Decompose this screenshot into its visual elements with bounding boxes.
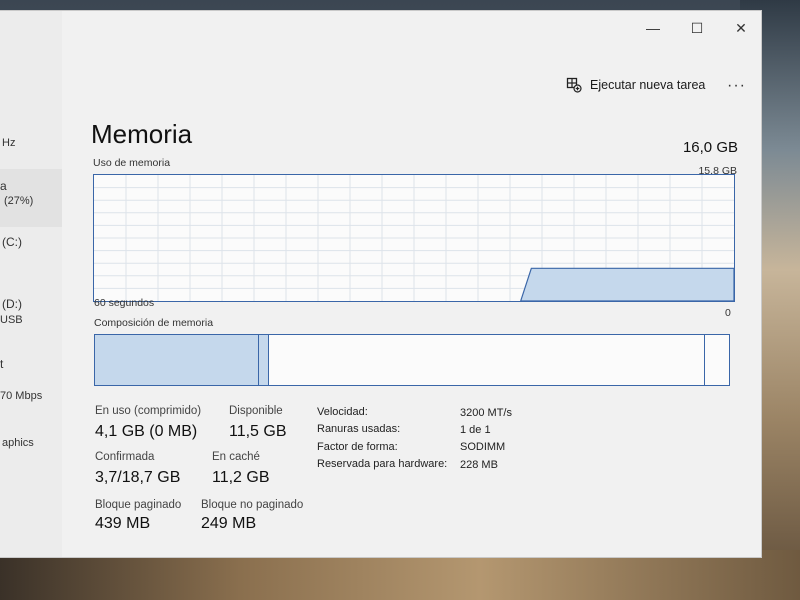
- sidebar-item-network[interactable]: t: [0, 357, 3, 371]
- sidebar-item-disk-d-type: USB: [0, 314, 23, 326]
- form-factor-label: Factor de forma:: [317, 441, 398, 453]
- total-memory: 16,0 GB: [682, 139, 738, 156]
- minimize-icon: —: [646, 20, 660, 36]
- more-options-button[interactable]: ···: [727, 77, 746, 95]
- maximize-button[interactable]: ☐: [686, 17, 708, 39]
- committed-value: 3,7/18,7 GB: [95, 469, 181, 486]
- memory-composition-bar: [94, 334, 730, 386]
- maximize-icon: ☐: [690, 19, 704, 36]
- sidebar-item-memory[interactable]: a: [0, 179, 7, 193]
- available-label: Disponible: [229, 405, 283, 417]
- sidebar: Hz a (27%) (C:) (D:) USB t 70 Mbps aphic…: [0, 11, 62, 557]
- memory-usage-graph: [93, 174, 735, 302]
- sidebar-item-disk-d[interactable]: (D:): [2, 297, 22, 311]
- in-use-value: 4,1 GB (0 MB): [95, 423, 198, 440]
- memory-usage-chart: [94, 175, 734, 301]
- sidebar-item-disk-c[interactable]: (C:): [2, 235, 22, 249]
- memory-usage-area: [520, 267, 734, 301]
- slots-value: 1 de 1: [460, 424, 491, 436]
- hardware-reserved-label: Reservada para hardware:: [317, 458, 448, 470]
- memory-composition-label: Composición de memoria: [94, 317, 214, 329]
- committed-label: Confirmada: [95, 451, 155, 463]
- composition-segment-en-espera[interactable]: [268, 335, 705, 385]
- cached-value: 11,2 GB: [212, 469, 270, 486]
- close-button[interactable]: ✕: [730, 17, 752, 39]
- in-use-label: En uso (comprimido): [95, 405, 202, 417]
- available-value: 11,5 GB: [229, 423, 287, 440]
- minimize-button[interactable]: —: [642, 17, 664, 39]
- nonpaged-pool-label: Bloque no paginado: [201, 499, 304, 511]
- task-manager-window: Hz a (27%) (C:) (D:) USB t 70 Mbps aphic…: [0, 10, 762, 558]
- time-span-label: 60 segundos: [94, 297, 155, 309]
- memory-usage-label: Uso de memoria: [93, 157, 171, 169]
- sidebar-item-cpu-speed[interactable]: Hz: [2, 137, 15, 149]
- composition-segment-en-uso[interactable]: [95, 335, 259, 385]
- run-task-icon: [566, 77, 582, 93]
- nonpaged-pool-value: 249 MB: [201, 515, 257, 532]
- speed-value: 3200 MT/s: [460, 407, 512, 419]
- speed-label: Velocidad:: [317, 406, 368, 418]
- paged-pool-label: Bloque paginado: [95, 499, 182, 511]
- sidebar-item-network-speed: 70 Mbps: [0, 390, 43, 402]
- composition-segment-modificado[interactable]: [258, 335, 269, 385]
- run-new-task-label: Ejecutar nueva tarea: [590, 78, 706, 92]
- sidebar-item-gpu[interactable]: aphics: [2, 437, 34, 449]
- page-title: Memoria: [91, 119, 193, 149]
- slots-label: Ranuras usadas:: [317, 423, 401, 435]
- paged-pool-value: 439 MB: [95, 515, 151, 532]
- composition-segment-libre[interactable]: [704, 335, 729, 385]
- graph-zero-label: 0: [725, 307, 731, 319]
- hardware-reserved-value: 228 MB: [460, 459, 498, 471]
- cached-label: En caché: [212, 451, 260, 463]
- close-icon: ✕: [735, 19, 747, 36]
- form-factor-value: SODIMM: [460, 441, 506, 453]
- sidebar-item-memory-percent: (27%): [4, 195, 34, 207]
- more-options-icon: ···: [727, 77, 746, 94]
- run-new-task-button[interactable]: Ejecutar nueva tarea: [566, 77, 705, 93]
